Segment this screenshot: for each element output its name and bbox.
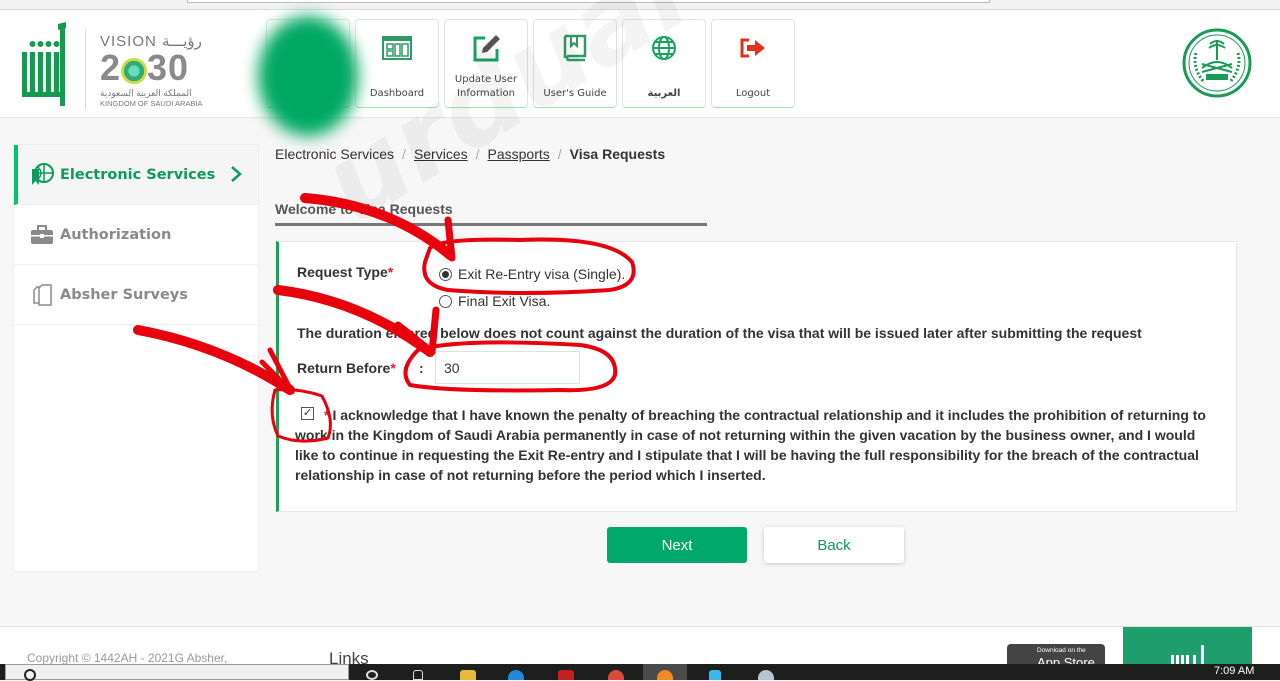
browser-strip	[0, 0, 1280, 10]
required-mark: *	[387, 264, 394, 280]
url-bar[interactable]	[187, 0, 990, 3]
users-guide-tile[interactable]: User's Guide	[533, 19, 617, 108]
absher-logo[interactable]	[20, 22, 66, 108]
radio-button[interactable]	[439, 294, 452, 308]
sidebar: Electronic Services Authorization Absher…	[13, 144, 259, 572]
sidebar-item-label: Electronic Services	[60, 166, 216, 183]
breadcrumb-electronic-services[interactable]: Electronic Services	[275, 146, 394, 162]
radio-final-exit[interactable]: Final Exit Visa.	[439, 293, 550, 309]
taskbar-clock: 7:09 AM	[1214, 665, 1255, 677]
request-type-label-text: Request Type	[297, 264, 388, 280]
chevron-right-icon	[230, 165, 242, 188]
breadcrumb-services[interactable]: Services	[414, 146, 468, 162]
breadcrumb-separator: /	[475, 146, 480, 162]
radio-exit-reentry[interactable]: Exit Re-Entry visa (Single).	[439, 266, 625, 282]
app-icon-bird[interactable]	[758, 670, 774, 680]
sidebar-item-label: Absher Surveys	[60, 286, 188, 303]
firefox-icon[interactable]	[657, 670, 673, 680]
globe-icon	[648, 33, 680, 63]
tile-label: Logout	[735, 88, 771, 99]
tile-label: Dashboard	[369, 88, 425, 99]
redaction-blur	[258, 16, 358, 136]
dashboard-tile[interactable]: Dashboard	[355, 19, 439, 108]
breadcrumb-separator: /	[402, 146, 406, 162]
windows-taskbar: 7:09 AM	[0, 664, 1280, 681]
tile-label: العربية	[647, 88, 681, 99]
sidebar-item-electronic-services[interactable]: Electronic Services	[14, 145, 258, 205]
return-before-input[interactable]	[435, 351, 580, 384]
arabic-language-tile[interactable]: العربية	[622, 19, 706, 108]
logo-separator	[85, 30, 86, 110]
logout-tile[interactable]: Logout	[711, 19, 795, 108]
request-type-label: Request Type*	[297, 264, 393, 280]
required-mark: *	[324, 407, 330, 423]
appstore-small-text: Download on the	[1037, 647, 1086, 654]
next-button[interactable]: Next	[607, 527, 747, 563]
radio-button-checked[interactable]	[439, 267, 452, 281]
return-before-label: Return Before*	[297, 360, 396, 376]
absher-logo-icon	[1171, 645, 1204, 667]
phone-app-icon[interactable]	[709, 670, 721, 680]
sidebar-item-label: Authorization	[60, 226, 172, 243]
dashboard-icon	[381, 33, 413, 63]
footer-absher-logo	[1123, 627, 1252, 667]
chrome-icon[interactable]	[608, 670, 624, 680]
visa-request-form: Request Type* Exit Re-Entry visa (Single…	[276, 241, 1237, 512]
documents-icon	[30, 283, 54, 307]
sidebar-item-absher-surveys[interactable]: Absher Surveys	[14, 265, 258, 325]
footer: Copyright © 1442AH - 2021G Absher, Links…	[0, 626, 1280, 670]
header: VISION رؤيـــة 2 30 المملكة العربية السعو…	[0, 10, 1280, 136]
colon: :	[419, 360, 424, 376]
file-explorer-icon[interactable]	[460, 670, 476, 680]
acknowledge-checkbox[interactable]: ✓	[301, 407, 314, 420]
vision-english: KINGDOM OF SAUDI ARABIA	[100, 99, 203, 108]
breadcrumb-separator: /	[557, 146, 562, 162]
app-icon-red[interactable]	[558, 670, 574, 680]
cortana-icon[interactable]	[366, 670, 378, 680]
radio-label: Final Exit Visa.	[458, 293, 551, 309]
sidebar-item-authorization[interactable]: Authorization	[14, 205, 258, 265]
return-before-label-text: Return Before	[297, 360, 391, 376]
acknowledge-text: * I acknowledge that I have known the pen…	[295, 405, 1220, 485]
task-view-icon[interactable]	[413, 670, 423, 680]
breadcrumb: Electronic Services / Services / Passports / V…	[275, 146, 665, 162]
saudi-emblem-icon	[1182, 28, 1252, 98]
vision-num-right: 30	[147, 47, 190, 88]
breadcrumb-current: Visa Requests	[569, 146, 666, 162]
copyright-text: Copyright © 1442AH - 2021G Absher,	[27, 651, 228, 665]
book-icon	[559, 33, 591, 63]
vision-arabic: المملكة العربية السعودية	[100, 88, 192, 98]
briefcase-icon	[30, 223, 54, 247]
edit-icon	[470, 33, 502, 63]
radio-label: Exit Re-Entry visa (Single).	[458, 266, 626, 282]
section-divider	[275, 223, 707, 226]
edge-icon[interactable]	[508, 670, 524, 680]
logout-icon	[737, 33, 769, 63]
back-button[interactable]: Back	[764, 527, 904, 563]
tile-label: Update User Information	[454, 74, 518, 99]
tile-label: User's Guide	[543, 88, 607, 99]
breadcrumb-passports[interactable]: Passports	[488, 146, 550, 162]
vision-star-icon	[121, 58, 148, 84]
acknowledge-text-body: I acknowledge that I have known the pena…	[295, 407, 1206, 483]
search-icon	[24, 669, 36, 681]
duration-note: The duration entered below does not coun…	[297, 325, 1142, 341]
globe-bookmark-icon	[30, 162, 54, 187]
required-mark: *	[390, 360, 396, 376]
vision-number: 2 30	[100, 50, 210, 86]
vision-2030-logo: VISION رؤيـــة 2 30 المملكة العربية السعو…	[100, 32, 210, 112]
vision-num-left: 2	[100, 47, 122, 88]
update-user-info-tile[interactable]: Update User Information	[444, 19, 528, 108]
taskbar-search[interactable]	[5, 664, 349, 681]
section-title: Welcome to Visa Requests	[275, 201, 453, 217]
